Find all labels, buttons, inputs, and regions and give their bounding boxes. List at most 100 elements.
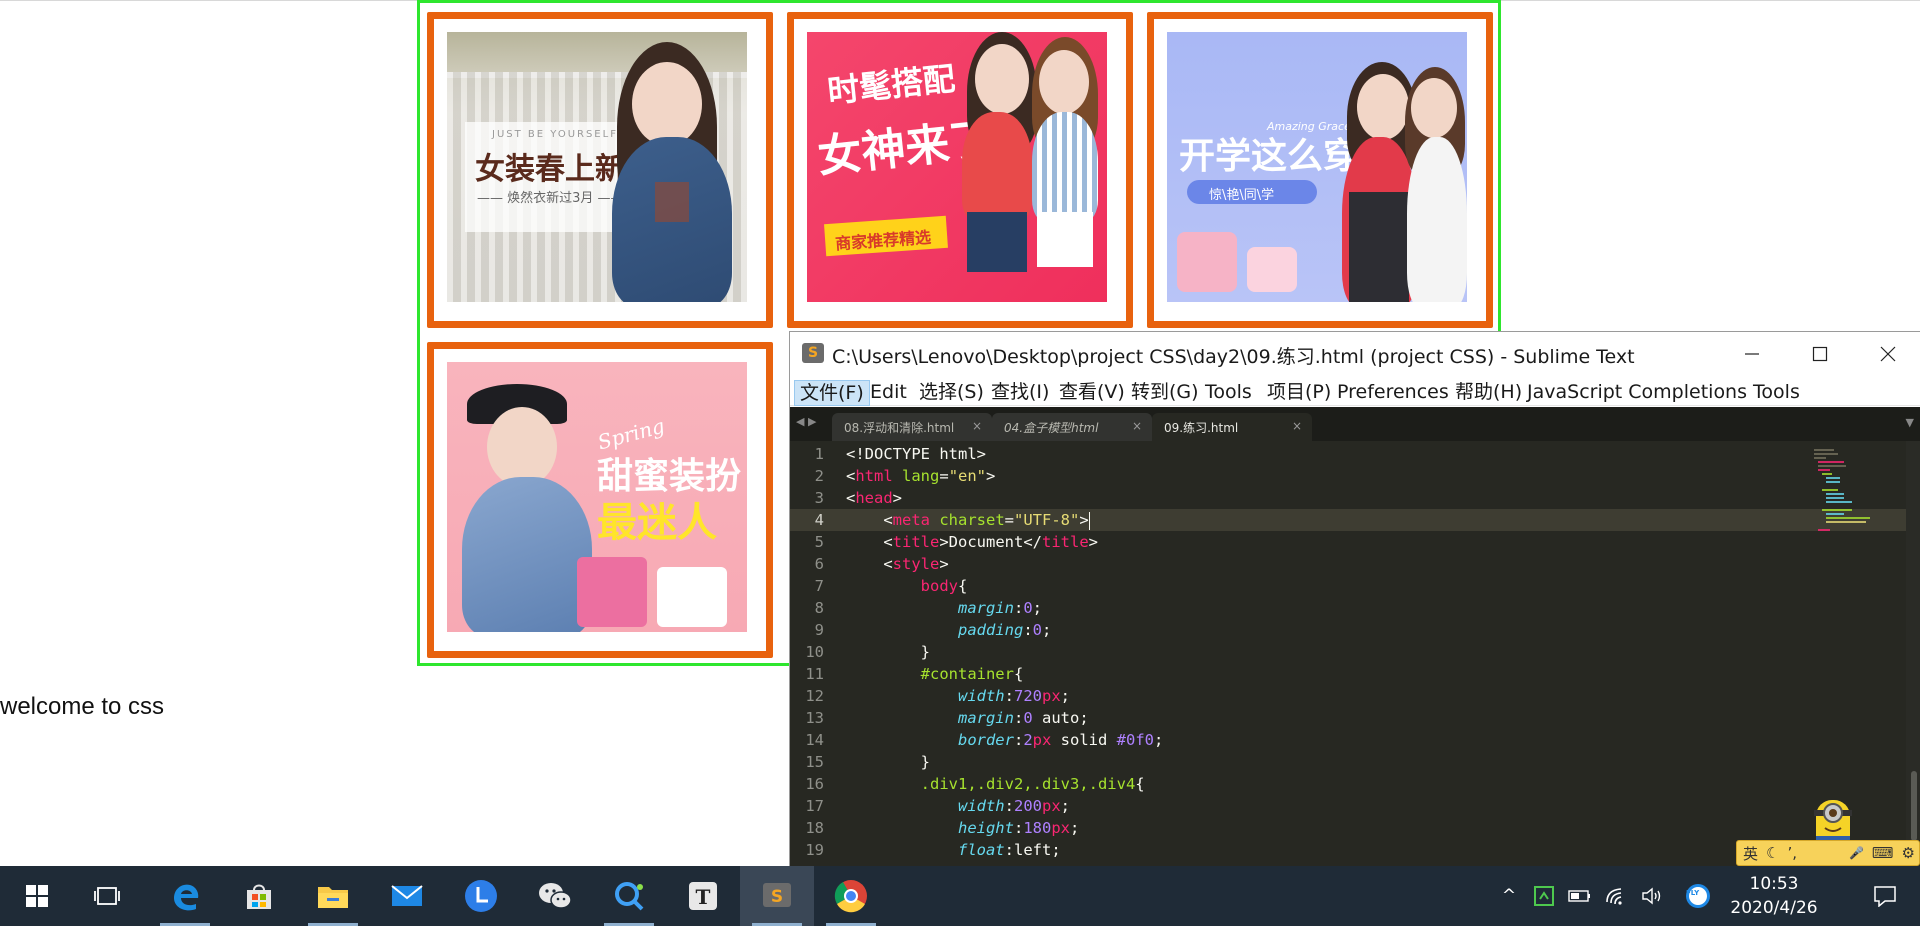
close-button[interactable] <box>1854 332 1920 376</box>
tile-caption: 时髦搭配 <box>825 59 957 111</box>
menu-js-completions-tools[interactable]: JavaScript Completions Tools <box>1522 380 1805 406</box>
sublime-text-icon: S <box>763 883 791 907</box>
code-line: 6 <style> <box>814 555 949 573</box>
tray-ime-fly[interactable]: FLY <box>1680 866 1716 926</box>
taskbar-search-app[interactable] <box>592 866 666 926</box>
taskbar-lenovo-app[interactable] <box>444 866 518 926</box>
code-minimap[interactable] <box>1814 449 1880 539</box>
tile-subcaption: 惊\艳\同\学 <box>1209 188 1275 203</box>
ime-mic-icon[interactable]: 🎤 <box>1849 846 1864 860</box>
chrome-icon <box>834 880 867 913</box>
taskbar-file-explorer[interactable] <box>296 866 370 926</box>
taskbar-sublime-text[interactable]: S <box>740 866 814 926</box>
maximize-button[interactable] <box>1786 332 1854 376</box>
code-line: 9 padding:0; <box>814 621 1052 639</box>
menu-project[interactable]: 项目(P) <box>1262 380 1336 406</box>
action-center-button[interactable]: ▭ <box>1850 866 1920 926</box>
code-line: 18 height:180px; <box>805 819 1080 837</box>
sublime-text-window[interactable]: S C:\Users\Lenovo\Desktop\project CSS\da… <box>789 331 1920 867</box>
taskbar-edge[interactable] <box>148 866 222 926</box>
tab-strip: ◀ ▶ 08.浮动和清除.html × 04.盒子模型html × 09.练习.… <box>790 407 1920 441</box>
menu-find[interactable]: 查找(I) <box>986 380 1054 406</box>
tray-volume[interactable] <box>1636 866 1668 926</box>
task-view-button[interactable] <box>70 866 144 926</box>
tab-nav-arrows-icon[interactable]: ◀ ▶ <box>796 415 816 428</box>
taskbar-wechat[interactable] <box>518 866 592 926</box>
tray-battery[interactable] <box>1564 866 1596 926</box>
menu-file[interactable]: 文件(F) <box>794 380 870 406</box>
file-explorer-icon <box>318 887 348 908</box>
code-line-current: 4 <meta charset="UTF-8"> <box>790 509 1920 531</box>
wifi-icon <box>1606 888 1622 905</box>
volume-icon <box>1642 887 1661 905</box>
battery-icon <box>1568 890 1590 902</box>
ime-moon-icon[interactable]: ☾ <box>1766 844 1779 862</box>
code-line: 10 } <box>805 643 930 661</box>
tab-label: 04.盒子模型html <box>1004 421 1099 435</box>
ime-keyboard-icon[interactable]: ⌨ <box>1872 844 1894 862</box>
tile-tag: JUST BE YOURSELF <box>492 129 618 140</box>
tab-close-icon[interactable]: × <box>972 419 982 433</box>
tab-floating-clearing[interactable]: 08.浮动和清除.html × <box>832 413 992 441</box>
tab-exercise[interactable]: 09.练习.html × <box>1152 413 1312 441</box>
welcome-text: welcome to css <box>0 693 165 720</box>
code-line: 2 <html lang="en"> <box>814 467 996 485</box>
tab-box-model[interactable]: 04.盒子模型html × <box>992 413 1152 441</box>
minimize-button[interactable] <box>1718 332 1786 376</box>
menu-preferences[interactable]: Preferences <box>1332 380 1454 406</box>
tile-photo-spring-fashion: JUST BE YOURSELF 女装春上新 —— 焕然衣新过3月 —— <box>447 32 747 302</box>
tile-photo-back-to-school: Amazing Grace 开学这么穿 惊\艳\同\学 <box>1167 32 1467 302</box>
search-app-icon <box>615 882 644 911</box>
menu-edit[interactable]: Edit <box>865 380 912 406</box>
tray-app-icon[interactable] <box>1528 866 1560 926</box>
fly-badge-text: FLY <box>1686 889 1700 897</box>
window-title: C:\Users\Lenovo\Desktop\project CSS\day2… <box>832 346 1635 368</box>
code-line: 8 margin:0; <box>814 599 1043 617</box>
menu-view[interactable]: 查看(V) <box>1054 380 1130 406</box>
microsoft-store-icon <box>247 884 271 909</box>
tab-close-icon[interactable]: × <box>1292 419 1302 433</box>
green-app-tray-icon <box>1534 886 1554 906</box>
menu-goto[interactable]: 转到(G) <box>1126 380 1204 406</box>
menu-selection[interactable]: 选择(S) <box>914 380 989 406</box>
text-cursor <box>1088 511 1090 530</box>
image-tile-1: JUST BE YOURSELF 女装春上新 —— 焕然衣新过3月 —— <box>427 12 773 328</box>
tab-dropdown-icon[interactable]: ▼ <box>1906 416 1914 429</box>
mail-icon <box>391 885 423 906</box>
taskbar-store[interactable] <box>222 866 296 926</box>
menu-help[interactable]: 帮助(H) <box>1450 380 1527 406</box>
vertical-scrollbar[interactable] <box>1906 441 1920 867</box>
image-tile-3: Amazing Grace 开学这么穿 惊\艳\同\学 <box>1147 12 1493 328</box>
window-titlebar[interactable]: S C:\Users\Lenovo\Desktop\project CSS\da… <box>790 332 1920 376</box>
code-line: 15 } <box>805 753 930 771</box>
tray-overflow-button[interactable]: ^ <box>1494 866 1524 926</box>
scrollbar-thumb[interactable] <box>1911 771 1917 841</box>
sublime-app-icon: S <box>802 343 824 363</box>
ime-language-toggle[interactable]: 英 <box>1743 843 1758 864</box>
ime-settings-icon[interactable]: ⚙ <box>1902 844 1915 862</box>
start-button[interactable] <box>0 866 74 926</box>
chevron-up-icon: ^ <box>1501 886 1517 906</box>
taskbar-mail[interactable] <box>370 866 444 926</box>
clock-time: 10:53 <box>1749 874 1799 894</box>
ime-punctuation-icon[interactable]: ’, <box>1787 844 1797 862</box>
tab-close-icon[interactable]: × <box>1132 419 1142 433</box>
tray-wifi[interactable] <box>1600 866 1632 926</box>
taskbar-chrome[interactable] <box>814 866 888 926</box>
task-view-icon <box>94 887 120 905</box>
code-editor[interactable]: 1 <!DOCTYPE html> 2 <html lang="en"> 3 <hea… <box>790 441 1920 867</box>
wechat-icon <box>539 883 572 909</box>
svg-text:S: S <box>771 887 783 907</box>
menu-tools[interactable]: Tools <box>1200 380 1257 406</box>
close-icon <box>1880 346 1896 362</box>
taskbar-typora[interactable]: T <box>666 866 740 926</box>
taskbar: T S ^ FLY 10:53 2020/4/26 <box>0 866 1920 926</box>
tile-subcaption: —— 焕然衣新过3月 —— <box>477 191 624 206</box>
tile-caption: 女装春上新 <box>475 152 625 187</box>
code-line: 1 <!DOCTYPE html> <box>814 445 986 463</box>
system-clock[interactable]: 10:53 2020/4/26 <box>1728 872 1820 920</box>
code-line: 7 body{ <box>814 577 968 595</box>
tile-photo-sweet-outfit: Spring 甜蜜装扮 最迷人 <box>447 362 747 632</box>
code-line: 14 border:2px solid #0f0; <box>805 731 1164 749</box>
ime-toolbar[interactable]: 英 ☾ ’, 🎤 ⌨ ⚙ <box>1736 840 1920 866</box>
